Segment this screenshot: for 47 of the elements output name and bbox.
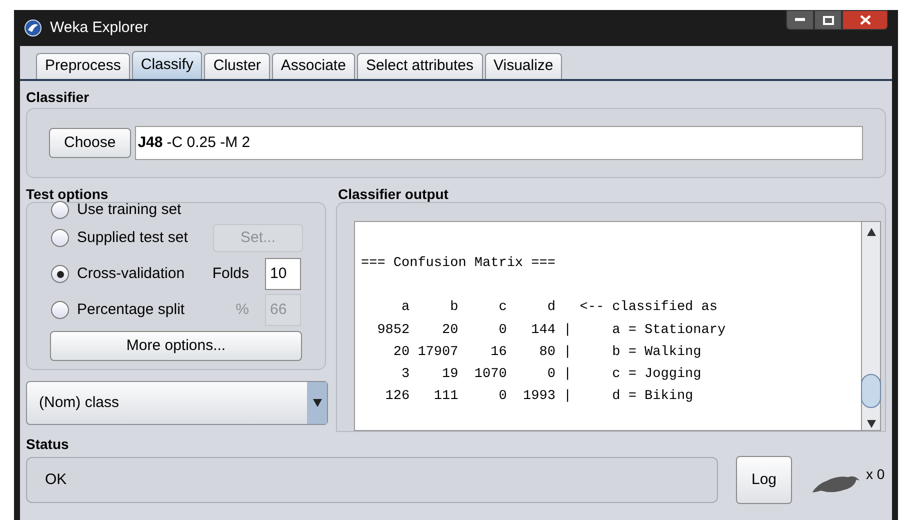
window-title: Weka Explorer	[50, 18, 148, 38]
log-button[interactable]: Log	[736, 456, 792, 504]
output-line: 9852 20 0 144 | a = Stationary	[376, 322, 726, 340]
input-field[interactable]: 10	[265, 258, 301, 290]
output-line: === Confusion Matrix ===	[361, 255, 556, 273]
output-line: 126 111 0 1993 | d = Biking	[384, 388, 694, 406]
tab[interactable]: Select attributes	[356, 53, 483, 79]
section-heading: Status	[26, 436, 70, 452]
radio-label: Percentage split	[77, 300, 185, 320]
vertical-scrollbar[interactable]	[861, 221, 881, 431]
tab[interactable]: Classify	[132, 51, 202, 79]
output-line: 3 19 1070 0 | c = Jogging	[400, 366, 702, 384]
output-line: a b c d <-- classified as	[400, 299, 718, 318]
app-icon	[24, 19, 42, 37]
field-label: Folds	[212, 264, 249, 284]
tab[interactable]: Associate	[272, 53, 355, 79]
section-heading: Test options	[26, 186, 110, 202]
maximize-button[interactable]	[814, 10, 842, 30]
task-count: x 0	[866, 464, 885, 484]
radio-label: Supplied test set	[77, 228, 188, 248]
tab[interactable]: Cluster	[204, 53, 270, 79]
scrollbar-thumb[interactable]	[861, 374, 881, 408]
radio-label: Cross-validation	[77, 264, 185, 284]
maximize-icon	[822, 16, 834, 24]
dropdown-arrow-icon	[312, 399, 322, 407]
classifier-field[interactable]: J48 -C 0.25 -M 2	[134, 126, 863, 160]
classifier-name: J48	[138, 132, 163, 153]
status-bar: OK	[26, 457, 718, 503]
close-icon	[860, 15, 870, 25]
choose-button[interactable]: Choose	[49, 128, 131, 158]
radio-button[interactable]	[51, 201, 69, 219]
classifier-options: -C 0.25 -M 2	[166, 132, 250, 154]
class-dropdown[interactable]: (Nom) class	[26, 381, 328, 425]
section-heading: Classifier	[26, 88, 90, 106]
section-heading: Classifier output	[338, 186, 450, 202]
minimize-icon	[795, 18, 805, 22]
radio-label: Use training set	[77, 200, 182, 220]
output-line: 20 17907 16 80 | b = Walking	[392, 344, 702, 362]
minimize-button[interactable]	[786, 10, 814, 30]
tab[interactable]: Preprocess	[36, 53, 130, 79]
close-button[interactable]	[842, 10, 888, 30]
tab[interactable]: Visualize	[484, 53, 562, 79]
scroll-up-icon	[866, 228, 876, 236]
scroll-down-icon	[866, 420, 876, 428]
field-label: %	[236, 300, 249, 320]
radio-button[interactable]	[51, 265, 69, 283]
more-options-button[interactable]: More options...	[50, 331, 302, 361]
